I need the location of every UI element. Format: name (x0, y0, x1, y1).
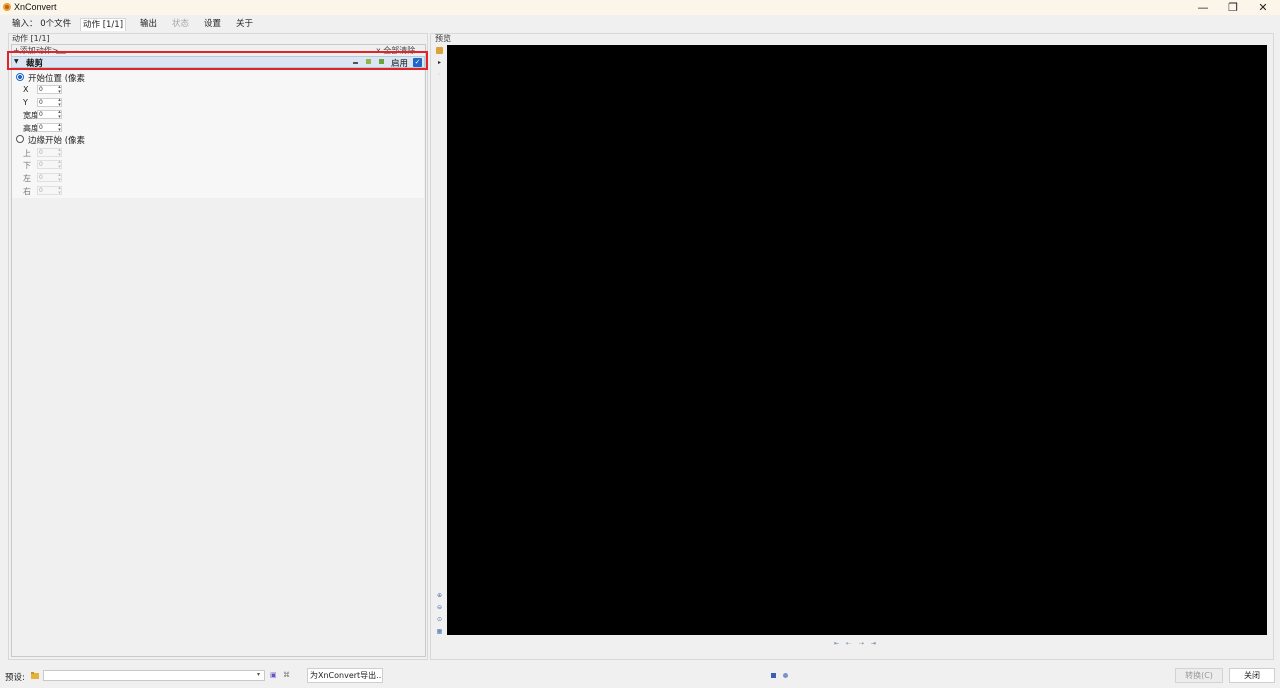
preview-canvas[interactable] (447, 45, 1267, 635)
chevron-down-icon[interactable]: ▾ (257, 671, 260, 678)
folder-icon[interactable] (31, 671, 39, 679)
start-position-radio[interactable] (16, 73, 24, 81)
tab-actions[interactable]: 动作 [1/1] (80, 18, 127, 31)
left-label: 左 (23, 174, 31, 183)
convert-button: 转换(C) (1175, 668, 1223, 683)
grid-view-icon[interactable]: ▦ (436, 628, 443, 635)
restore-button[interactable]: ❐ (1218, 0, 1248, 15)
highlight-box (7, 51, 428, 70)
preset-label: 预设: (5, 673, 25, 683)
x-label: X (23, 85, 29, 94)
tab-status: 状态 (172, 19, 190, 29)
save-preset-icon[interactable]: ▣ (270, 671, 277, 679)
width-stepper-icon[interactable]: ▴ ▾ (57, 110, 62, 120)
next-image-icon[interactable]: ⇢ (859, 640, 864, 647)
window-title: XnConvert (14, 2, 57, 12)
from-edges-radio[interactable] (16, 135, 24, 143)
xnconvert-logo-icon (3, 3, 11, 11)
preset-dropdown[interactable] (43, 670, 265, 681)
play-icon[interactable]: ▸ (436, 59, 443, 66)
info-icon[interactable]: ◦ (436, 71, 443, 78)
image-thumbnail-icon[interactable] (436, 47, 443, 54)
first-image-icon[interactable]: ⇤ (834, 640, 839, 647)
bottom-label: 下 (23, 161, 31, 170)
y-stepper-icon[interactable]: ▴ ▾ (57, 98, 62, 108)
preview-label: 预览 (435, 34, 451, 43)
right-stepper-icon: ▴ ▾ (58, 185, 61, 196)
top-label: 上 (23, 149, 31, 158)
x-stepper-icon[interactable]: ▴ ▾ (57, 85, 62, 95)
tab-settings[interactable]: 设置 (202, 18, 223, 30)
tab-input[interactable]: 输入： 0个文件 (10, 18, 73, 30)
top-stepper-icon: ▴ ▾ (58, 147, 61, 158)
width-label: 宽度 (23, 111, 37, 120)
bottom-stepper-icon: ▴ ▾ (58, 159, 61, 170)
height-stepper-icon[interactable]: ▴ ▾ (57, 123, 62, 133)
start-position-label: 开始位置 (像素 (28, 74, 86, 84)
zoom-fit-icon[interactable]: ⊙ (436, 616, 443, 623)
previous-image-icon[interactable]: ⇠ (846, 640, 851, 647)
from-edges-label: 边缘开始 (像素 (28, 136, 86, 146)
zoom-out-icon[interactable]: ⊖ (436, 604, 443, 611)
right-label: 右 (23, 187, 31, 196)
title-bar (0, 0, 1280, 15)
close-button[interactable]: 关闭 (1229, 668, 1275, 683)
minimize-button[interactable]: — (1188, 0, 1218, 15)
delete-preset-icon[interactable]: ⌘ (283, 671, 290, 679)
zoom-in-icon[interactable]: ⊕ (436, 592, 443, 599)
status-dot-icon[interactable] (783, 673, 788, 678)
y-label: Y (23, 98, 28, 107)
tab-about[interactable]: 关于 (234, 18, 255, 30)
actions-panel-caption: 动作 [1/1] (12, 34, 50, 43)
last-image-icon[interactable]: ⇥ (871, 640, 876, 647)
height-label: 高度 (23, 124, 37, 133)
status-square-icon[interactable] (771, 673, 776, 678)
export-for-xnconvert-button[interactable]: 为XnConvert导出... (307, 668, 383, 683)
left-stepper-icon: ▴ ▾ (58, 172, 61, 183)
close-window-button[interactable]: ✕ (1248, 0, 1278, 15)
tab-output[interactable]: 输出 (138, 18, 159, 30)
